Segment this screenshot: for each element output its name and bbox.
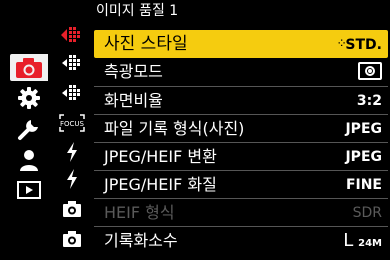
menu-item-label: 사진 스타일 [104, 34, 188, 54]
menu-item-photo-style[interactable]: 사진 스타일 ⁘STD. [94, 30, 388, 58]
menu-item-value [358, 58, 382, 86]
menu-title: 이미지 품질 1 [96, 3, 179, 19]
image-quality-3-icon [62, 85, 80, 100]
sub-tab-image-quality-1[interactable] [56, 22, 88, 48]
main-tab-custom[interactable] [12, 84, 46, 111]
menu-item-label: JPEG/HEIF 화질 [104, 175, 217, 194]
menu-item-label: HEIF 형식 [104, 203, 175, 222]
menu-item-label: 파일 기록 형식(사진) [104, 119, 245, 138]
sub-tab-column: FOCUS [48, 0, 94, 260]
metering-multi-icon [358, 62, 382, 80]
sub-tab-stabilizer-2[interactable] [56, 226, 88, 252]
picture-size-value: L 24M [343, 230, 382, 251]
menu-item-label: 측광모드 [104, 62, 163, 81]
menu-item-value: 3:2 [356, 93, 382, 109]
sub-tab-focus[interactable]: FOCUS [56, 110, 88, 136]
flash-icon [67, 169, 77, 189]
gear-icon [18, 86, 40, 109]
sub-tab-flash-1[interactable] [56, 139, 88, 165]
camera-photo-icon [16, 57, 42, 78]
menu-item-picture-size[interactable]: 기록화소수 L 24M [94, 226, 388, 254]
image-quality-2-icon [62, 55, 80, 70]
focus-icon-text: FOCUS [60, 120, 85, 128]
playback-icon [17, 180, 41, 199]
main-tab-playback[interactable] [12, 176, 46, 203]
menu-item-list: 사진 스타일 ⁘STD. 측광모드 화면비율 3:2 파일 기록 형식(사진) … [94, 28, 390, 260]
menu-item-label: JPEG/HEIF 변환 [104, 147, 217, 166]
menu-item-value: SDR [352, 205, 382, 221]
main-category-column [0, 0, 48, 260]
flash-icon [67, 142, 77, 162]
sub-tab-stabilizer-1[interactable] [56, 196, 88, 222]
main-tab-my-menu[interactable] [12, 146, 46, 173]
main-tab-setup[interactable] [12, 115, 46, 142]
main-tab-photo[interactable] [10, 54, 48, 81]
menu-item-jpeg-heif-switch[interactable]: JPEG/HEIF 변환 JPEG [94, 142, 388, 170]
focus-icon: FOCUS [59, 114, 85, 132]
person-icon [20, 149, 38, 171]
sub-tab-image-quality-2[interactable] [56, 50, 88, 76]
menu-item-value: FINE [345, 177, 382, 193]
menu-item-heif-format: HEIF 형식 SDR [94, 198, 388, 226]
sub-tab-image-quality-3[interactable] [56, 80, 88, 106]
camera-shake-icon [63, 201, 81, 217]
menu-screen: FOCUS 이미지 품질 1 사진 스타일 ⁘STD. 측광모드 화면비율 3:… [0, 0, 390, 260]
camera-shake-icon [63, 231, 81, 247]
menu-item-label: 화면비율 [104, 91, 163, 110]
image-quality-1-icon [61, 27, 80, 42]
menu-item-aspect-ratio[interactable]: 화면비율 3:2 [94, 86, 388, 114]
menu-item-metering-mode[interactable]: 측광모드 [94, 58, 388, 86]
menu-item-label: 기록화소수 [104, 231, 178, 250]
menu-item-value: JPEG [345, 149, 382, 165]
photo-style-std-icon: ⁘STD. [337, 37, 382, 53]
menu-item-value: JPEG [345, 121, 382, 137]
menu-item-file-format[interactable]: 파일 기록 형식(사진) JPEG [94, 114, 388, 142]
sub-tab-flash-2[interactable] [56, 166, 88, 192]
menu-item-picture-quality[interactable]: JPEG/HEIF 화질 FINE [94, 170, 388, 198]
wrench-icon [18, 119, 38, 140]
